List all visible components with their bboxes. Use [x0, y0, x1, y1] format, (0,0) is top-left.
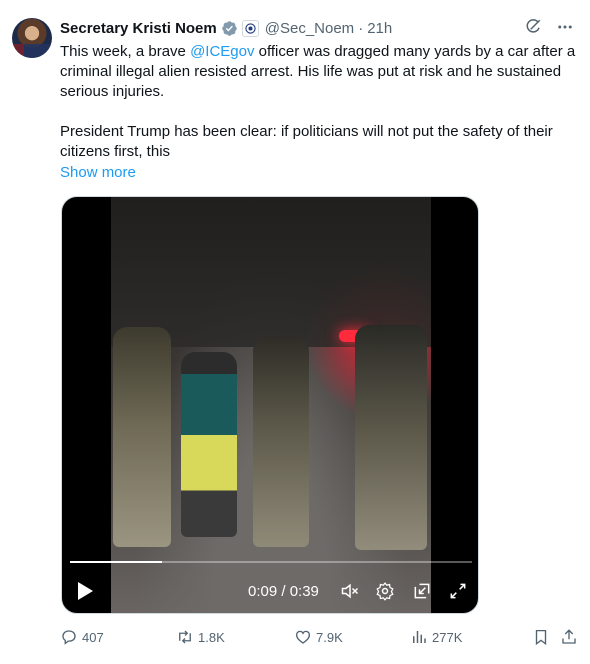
show-more-link[interactable]: Show more: [60, 164, 136, 181]
detainee-figure: [181, 352, 237, 537]
repost-icon: [179, 630, 191, 644]
separator: ·: [358, 19, 364, 37]
views-button[interactable]: 277K: [410, 626, 462, 648]
top-actions: [524, 18, 574, 36]
like-count: 7.9K: [316, 629, 343, 645]
author-handle[interactable]: @Sec_Noem: [265, 20, 354, 37]
more-icon[interactable]: [556, 18, 574, 36]
tweet-actions: 407 1.8K 7.9K 277K: [60, 626, 580, 648]
views-icon: [413, 631, 426, 643]
bookmark-icon[interactable]: [532, 628, 550, 646]
avatar[interactable]: [12, 18, 52, 58]
tweet-paragraph-1: This week, a brave @ICEgov officer was d…: [60, 42, 580, 102]
repost-button[interactable]: 1.8K: [176, 626, 225, 648]
author-name[interactable]: Secretary Kristi Noem: [60, 20, 217, 37]
share-icon[interactable]: [560, 628, 578, 646]
officer-figure: [355, 325, 427, 550]
reply-count: 407: [82, 629, 104, 645]
mention-link[interactable]: @ICEgov: [190, 43, 254, 60]
video-progress-fill: [70, 561, 163, 563]
reply-icon: [62, 630, 76, 645]
officer-figure: [253, 337, 309, 547]
repost-count: 1.8K: [198, 629, 225, 645]
gear-icon[interactable]: [375, 581, 395, 601]
like-button[interactable]: 7.9K: [294, 626, 343, 648]
tweet-paragraph-2: President Trump has been clear: if polit…: [60, 123, 553, 160]
verified-badge-icon: [221, 20, 237, 36]
timestamp[interactable]: 21h: [367, 20, 392, 37]
views-count: 277K: [432, 629, 463, 645]
heart-icon: [295, 630, 311, 644]
reply-button[interactable]: 407: [60, 626, 104, 648]
grok-icon[interactable]: [524, 18, 542, 36]
video-frame[interactable]: [111, 197, 431, 613]
video-player[interactable]: 0:09 / 0:39: [61, 196, 479, 614]
officer-figure: [113, 327, 171, 547]
tweet-text: This week, a brave @ICEgov officer was d…: [60, 42, 580, 162]
agency-badge-icon: [241, 19, 259, 37]
fullscreen-icon[interactable]: [448, 581, 468, 601]
tweet[interactable]: Secretary Kristi Noem @Sec_Noem · 21h Th…: [0, 0, 590, 664]
video-controls: 0:09 / 0:39: [62, 575, 478, 607]
text-intro: This week, a brave: [60, 43, 191, 60]
video-timecode: 0:09 / 0:39: [248, 583, 319, 600]
picture-in-picture-icon[interactable]: [412, 581, 432, 601]
tweet-header: Secretary Kristi Noem @Sec_Noem · 21h: [60, 18, 392, 38]
play-icon[interactable]: [76, 581, 94, 601]
mute-icon[interactable]: [340, 581, 360, 601]
